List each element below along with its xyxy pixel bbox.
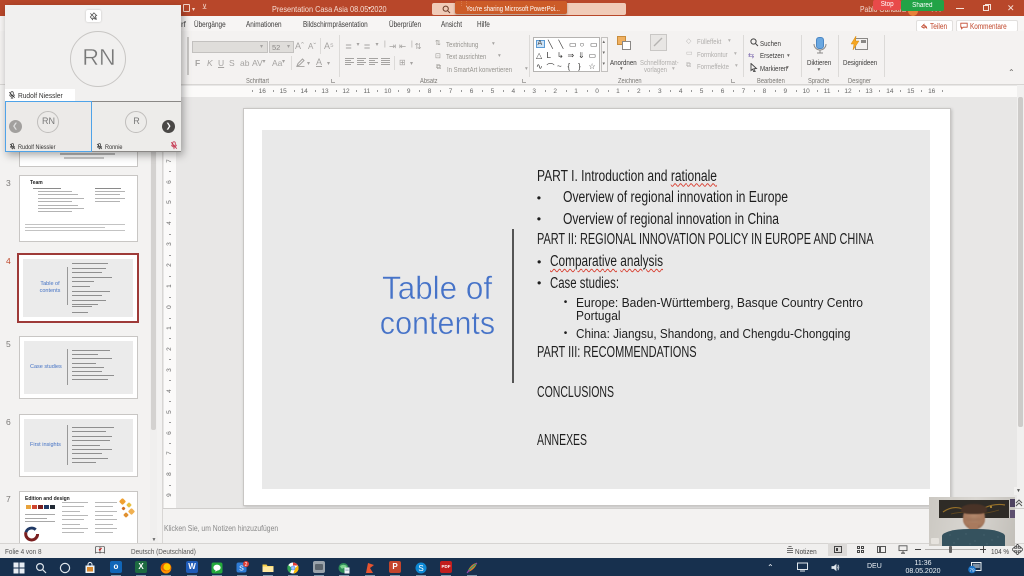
- svg-text:2: 2: [245, 562, 248, 568]
- svg-text:79: 79: [969, 568, 975, 573]
- svg-text:S: S: [239, 566, 244, 573]
- svg-text:S: S: [418, 564, 423, 573]
